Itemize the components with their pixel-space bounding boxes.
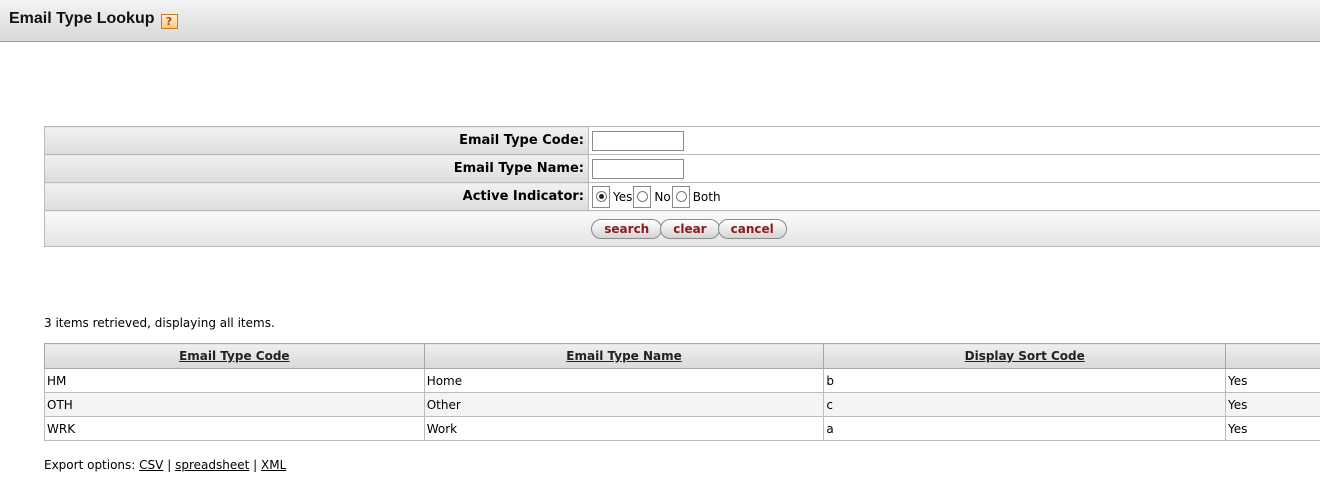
results-header-row: Email Type Code Email Type Name Display … (44, 343, 1320, 369)
export-xml-link[interactable]: XML (261, 458, 286, 472)
email-type-name-input[interactable] (592, 158, 684, 179)
email-type-name-cell (588, 154, 1320, 183)
search-button-row: search clear cancel (44, 210, 1320, 247)
table-row: HM Home b Yes (44, 368, 1320, 393)
active-indicator-label: Active Indicator: (44, 182, 589, 211)
search-row-active-indicator: Active Indicator: Yes No Both (44, 182, 1320, 211)
email-type-code-input[interactable] (592, 130, 684, 151)
help-icon[interactable]: ? (160, 14, 178, 29)
export-separator: | (253, 458, 258, 472)
column-header-active (1225, 343, 1320, 369)
table-row: WRK Work a Yes (44, 416, 1320, 441)
cell-sort: b (823, 368, 1227, 393)
cell-sort: c (823, 392, 1227, 417)
radio-both[interactable] (675, 190, 687, 202)
column-header-email-type-code[interactable]: Email Type Code (44, 343, 425, 369)
search-button-cell: search clear cancel (44, 210, 1320, 247)
radio-no[interactable] (637, 190, 649, 202)
cancel-button[interactable]: cancel (717, 218, 787, 239)
search-row-email-type-name: Email Type Name: (44, 154, 1320, 183)
cell-code: HM (44, 368, 425, 393)
cell-name: Other (423, 392, 825, 417)
page-header: Email Type Lookup? (0, 0, 1320, 42)
export-csv-link[interactable]: CSV (139, 458, 163, 472)
radio-yes-label: Yes (613, 189, 633, 204)
radio-yes[interactable] (596, 190, 607, 202)
export-spreadsheet-link[interactable]: spreadsheet (175, 458, 249, 472)
cell-sort: a (823, 416, 1227, 441)
table-row: OTH Other c Yes (44, 392, 1320, 417)
cell-name: Work (423, 416, 825, 441)
cell-active: Yes (1225, 392, 1320, 417)
results-table: Email Type Code Email Type Name Display … (44, 343, 1320, 441)
search-form: Email Type Code: Email Type Name: Active… (44, 126, 1320, 247)
radio-no-wrap (633, 185, 652, 208)
radio-both-label: Both (692, 189, 721, 204)
page-title: Email Type Lookup? (9, 10, 178, 29)
cell-name: Home (423, 368, 825, 393)
page-title-text: Email Type Lookup (9, 10, 155, 27)
column-header-email-type-name[interactable]: Email Type Name (423, 343, 825, 369)
results-status: 3 items retrieved, displaying all items. (44, 316, 275, 330)
export-options: Export options: CSV | spreadsheet | XML (44, 458, 286, 472)
radio-no-label: No (654, 189, 671, 204)
radio-both-wrap (671, 185, 690, 208)
email-type-name-label: Email Type Name: (44, 154, 589, 183)
radio-yes-wrap (592, 185, 610, 208)
cell-active: Yes (1225, 368, 1320, 393)
clear-button[interactable]: clear (660, 218, 720, 239)
active-indicator-cell: Yes No Both (588, 182, 1320, 211)
search-button[interactable]: search (591, 218, 663, 239)
cell-active: Yes (1225, 416, 1320, 441)
export-separator: | (167, 458, 172, 472)
cell-code: WRK (44, 416, 425, 441)
email-type-code-label: Email Type Code: (44, 126, 589, 155)
cell-code: OTH (44, 392, 425, 417)
export-label: Export options: (44, 458, 136, 472)
column-header-display-sort-code[interactable]: Display Sort Code (823, 343, 1227, 369)
search-row-email-type-code: Email Type Code: (44, 126, 1320, 155)
email-type-code-cell (588, 126, 1320, 155)
